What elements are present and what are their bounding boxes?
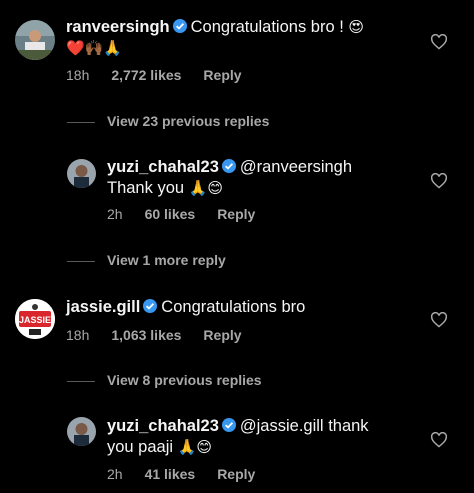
view-more-reply[interactable]: View 1 more reply	[67, 252, 226, 268]
emoji: 🙏😊	[188, 179, 223, 197]
divider-line	[67, 380, 95, 382]
likes-count[interactable]: 60 likes	[145, 206, 196, 222]
view-previous-replies[interactable]: View 23 previous replies	[67, 113, 269, 129]
username-yuzi-chahal23[interactable]: yuzi_chahal23	[107, 417, 219, 435]
comment-text: Thank you	[107, 179, 185, 197]
heart-outline-icon[interactable]	[430, 312, 448, 328]
divider-line	[67, 121, 95, 123]
comment-time: 2h	[107, 466, 123, 482]
comment-time: 18h	[66, 327, 90, 343]
emoji-line: ❤️🙌🏾🙏	[66, 39, 123, 57]
heart-eyes-emoji: 😍	[348, 18, 365, 36]
reply-button[interactable]: Reply	[203, 67, 241, 83]
avatar-yuzi-chahal23[interactable]	[67, 159, 96, 188]
verified-icon	[143, 299, 158, 313]
emoji: 🙏😊	[177, 438, 212, 456]
divider-line	[67, 260, 95, 262]
comment-text: thank	[328, 417, 369, 435]
avatar-yuzi-chahal23[interactable]	[67, 417, 96, 446]
username-ranveersingh[interactable]: ranveersingh	[66, 18, 170, 36]
likes-count[interactable]: 41 likes	[145, 466, 196, 482]
verified-icon	[221, 159, 236, 173]
reply-button[interactable]: Reply	[203, 327, 241, 343]
reply-button[interactable]: Reply	[217, 206, 255, 222]
heart-outline-icon[interactable]	[430, 432, 448, 448]
view-previous-replies[interactable]: View 8 previous replies	[67, 372, 262, 388]
comment-time: 2h	[107, 206, 123, 222]
avatar-ranveersingh[interactable]	[15, 20, 55, 60]
comment-text: Congratulations bro !	[190, 18, 344, 36]
verified-icon	[221, 418, 236, 432]
mention-link[interactable]: @jassie.gill	[240, 417, 324, 435]
comment-text: Congratulations bro	[161, 298, 306, 316]
likes-count[interactable]: 1,063 likes	[111, 327, 181, 343]
verified-icon	[172, 19, 187, 33]
avatar-logo-text: JASSIE	[19, 315, 51, 325]
avatar-jassie-gill[interactable]: JASSIE	[15, 299, 55, 339]
reply-button[interactable]: Reply	[217, 466, 255, 482]
comment-text-line2: you paaji	[107, 438, 174, 456]
heart-outline-icon[interactable]	[430, 34, 448, 50]
mention-link[interactable]: @ranveersingh	[240, 158, 352, 176]
comment-time: 18h	[66, 67, 90, 83]
username-yuzi-chahal23[interactable]: yuzi_chahal23	[107, 158, 219, 176]
username-jassie-gill[interactable]: jassie.gill	[66, 298, 140, 316]
likes-count[interactable]: 2,772 likes	[111, 67, 181, 83]
heart-outline-icon[interactable]	[430, 173, 448, 189]
